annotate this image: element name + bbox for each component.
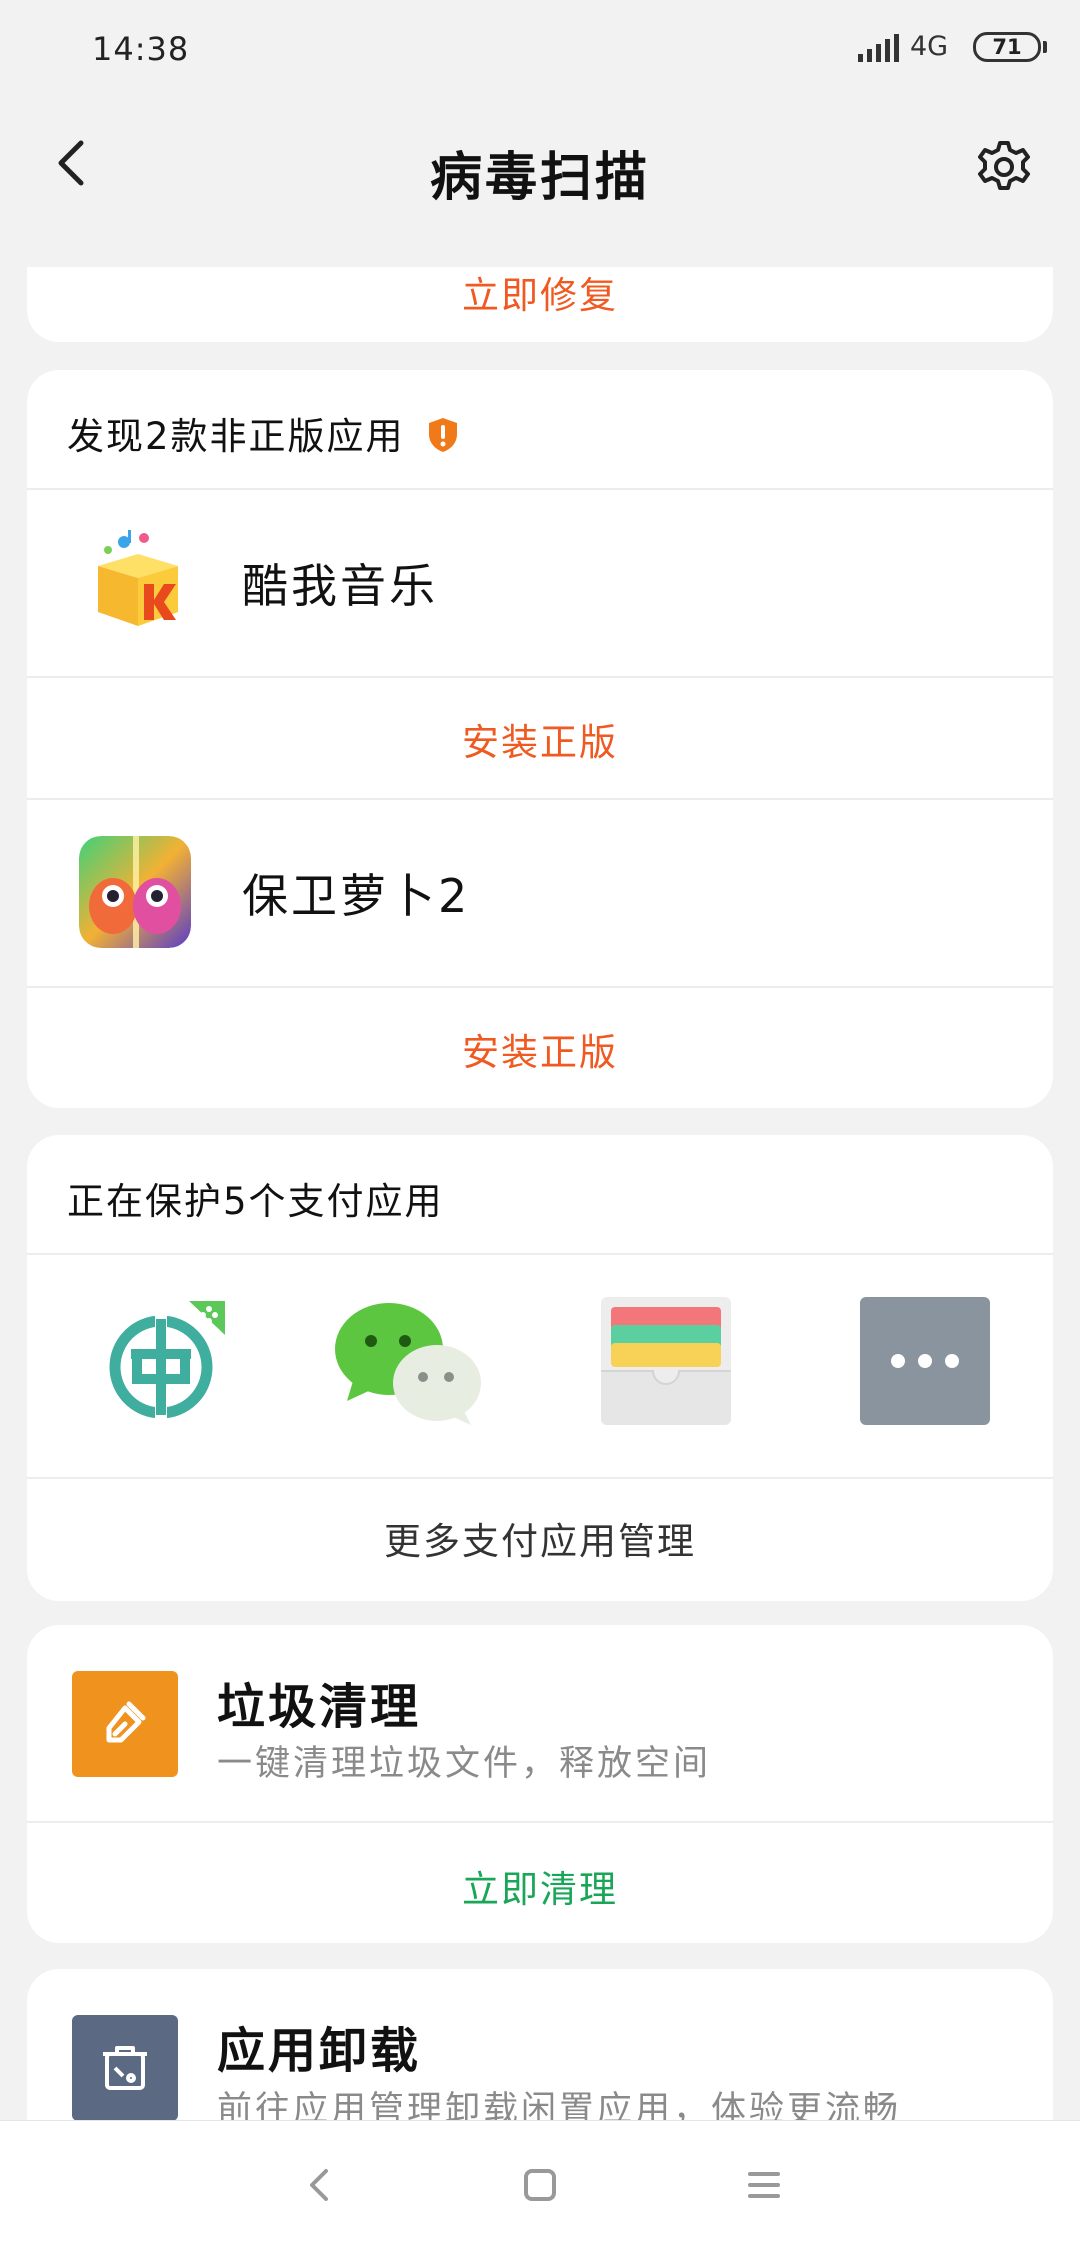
divider (27, 1253, 1053, 1255)
cleanup-card: 垃圾清理 一键清理垃圾文件，释放空间 立即清理 (27, 1625, 1053, 1943)
gear-icon (978, 141, 1030, 190)
cleanup-description: 一键清理垃圾文件，释放空间 (217, 1744, 712, 1784)
nav-home-icon (524, 2169, 556, 2201)
uninstall-icon-tile (72, 2015, 178, 2121)
pirate-app-row[interactable]: 保卫萝卜2 (27, 800, 1053, 986)
carrot-fantasy-icon (79, 836, 191, 948)
manage-payment-apps-button[interactable]: 更多支付应用管理 (27, 1511, 1053, 1565)
install-genuine-button[interactable]: 安装正版 (27, 1022, 1053, 1076)
install-genuine-button[interactable]: 安装正版 (27, 712, 1053, 766)
cleanup-icon-tile (72, 1671, 178, 1777)
signal-icon (858, 34, 899, 62)
app-name: 酷我音乐 (242, 559, 438, 613)
shield-alert-icon (429, 418, 458, 452)
brush-icon (106, 1701, 146, 1743)
wallet-icon[interactable] (601, 1297, 731, 1427)
divider (27, 1821, 1053, 1823)
pirate-apps-title-text: 发现2款非正版应用 (67, 415, 405, 458)
repair-now-button[interactable]: 立即修复 (27, 267, 1053, 319)
cleanup-title: 垃圾清理 (217, 1679, 422, 1735)
uninstall-title: 应用卸载 (217, 2023, 422, 2079)
payment-title: 正在保护5个支付应用 (67, 1180, 444, 1223)
nav-menu-icon (748, 2172, 780, 2198)
bank-app-icon[interactable] (99, 1297, 229, 1427)
divider (27, 676, 1053, 678)
battery-icon: 71 (973, 32, 1041, 62)
nav-recents-button[interactable] (728, 2149, 800, 2221)
app-name: 保卫萝卜2 (242, 869, 471, 923)
settings-button[interactable] (974, 137, 1034, 197)
battery-cap (1043, 41, 1047, 53)
wechat-icon[interactable] (333, 1297, 483, 1427)
kuwo-music-icon (98, 530, 178, 626)
divider (27, 1477, 1053, 1479)
network-type: 4G (910, 31, 949, 62)
nav-back-icon (310, 2169, 328, 2201)
pirate-apps-card: 发现2款非正版应用 酷我音乐 安装正版 保卫萝卜2 安装正版 (27, 370, 1053, 1108)
navigation-bar (0, 2120, 1080, 2248)
page-title: 病毒扫描 (429, 148, 650, 208)
status-bar: 14:38 4G 71 (0, 0, 1080, 95)
repair-card: 立即修复 (27, 267, 1053, 342)
header: 病毒扫描 (0, 95, 1080, 267)
trash-box-icon (103, 2046, 147, 2090)
status-time: 14:38 (92, 30, 190, 68)
battery-level: 71 (992, 35, 1022, 59)
nav-home-button[interactable] (504, 2149, 576, 2221)
divider (27, 986, 1053, 988)
more-icon[interactable] (860, 1297, 990, 1427)
payment-protection-card: 正在保护5个支付应用 更多支付应用管理 (27, 1135, 1053, 1601)
pirate-apps-title: 发现2款非正版应用 (67, 406, 460, 460)
clean-now-button[interactable]: 立即清理 (27, 1859, 1053, 1913)
nav-back-button[interactable] (284, 2149, 356, 2221)
pirate-app-row[interactable]: 酷我音乐 (27, 490, 1053, 676)
